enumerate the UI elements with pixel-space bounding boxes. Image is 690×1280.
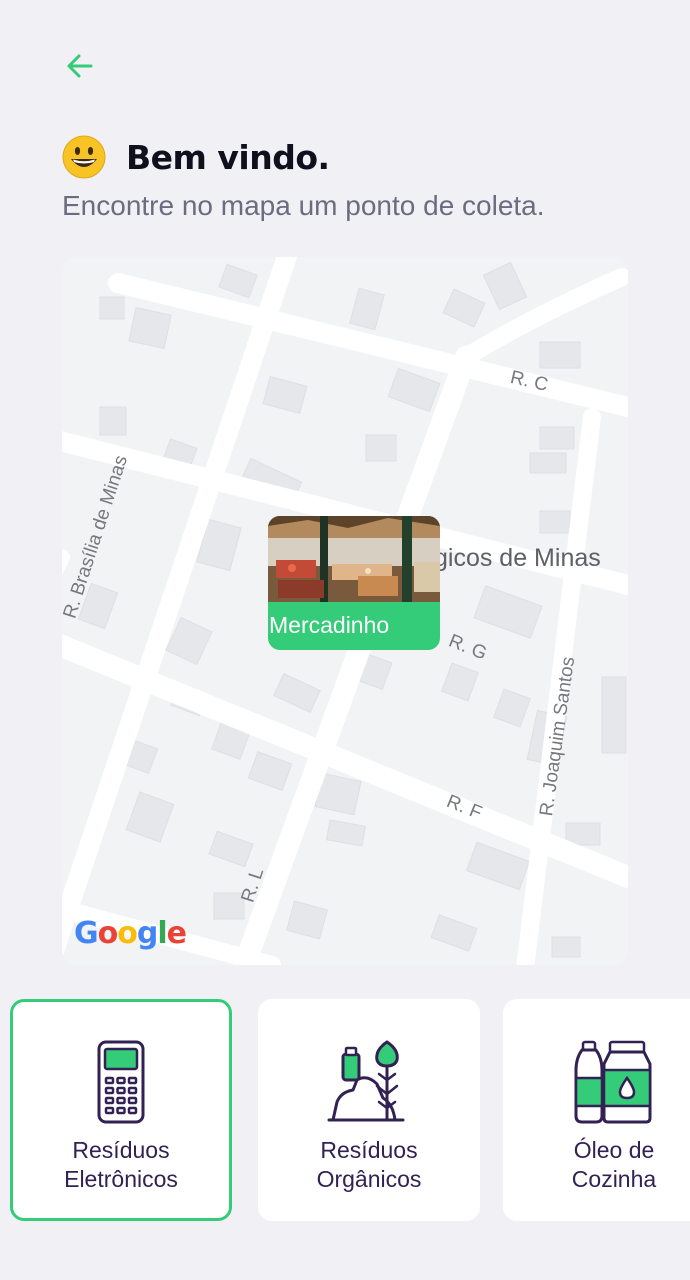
- item-label: Resíduos Orgânicos: [261, 1136, 477, 1194]
- item-label-line: Orgânicos: [316, 1166, 422, 1192]
- map-view[interactable]: R. C R. Brasília de Minas R. G R. F R. L…: [62, 257, 628, 965]
- page-title: Bem vindo.: [126, 137, 330, 177]
- screen: Bem vindo. Encontre no mapa um ponto de …: [0, 0, 690, 1280]
- google-logo-letter: o: [97, 916, 119, 951]
- google-logo-letter: G: [74, 916, 99, 951]
- item-residuos-organicos[interactable]: Resíduos Orgânicos: [258, 999, 480, 1221]
- google-logo-letter: g: [136, 916, 159, 951]
- item-label-line: Resíduos: [320, 1137, 418, 1163]
- item-label-line: Óleo de: [573, 1137, 655, 1163]
- item-label-line: Resíduos: [72, 1137, 170, 1163]
- map-marker[interactable]: Mercadinho: [268, 516, 440, 650]
- organic-waste-icon: [327, 1040, 405, 1122]
- items-scroll[interactable]: Resíduos Eletrônicos Resíduos Orgânicos: [0, 996, 690, 1228]
- poi-label: gicos de Minas: [434, 544, 601, 572]
- google-logo-letter: l: [157, 916, 167, 951]
- back-button[interactable]: [60, 46, 100, 86]
- arrow-left-icon: [67, 54, 93, 78]
- item-label-line: Cozinha: [571, 1166, 657, 1192]
- smiling-face-icon: [62, 135, 106, 179]
- item-label-line: Eletrônicos: [64, 1166, 178, 1192]
- google-logo: Google: [74, 916, 187, 951]
- market-stall-photo: [268, 516, 440, 602]
- item-label: Óleo de Cozinha: [506, 1136, 690, 1194]
- item-label: Resíduos Eletrônicos: [13, 1136, 229, 1194]
- google-logo-letter: o: [117, 916, 138, 951]
- google-logo-letter: e: [166, 916, 187, 951]
- cooking-oil-icon: [574, 1040, 652, 1124]
- electronic-device-icon: [97, 1040, 145, 1124]
- page-subtitle: Encontre no mapa um ponto de coleta.: [62, 190, 545, 221]
- item-oleo-de-cozinha[interactable]: Óleo de Cozinha: [503, 999, 690, 1221]
- item-residuos-eletronicos[interactable]: Resíduos Eletrônicos: [10, 999, 232, 1221]
- title-row: Bem vindo.: [62, 134, 330, 180]
- marker-label: Mercadinho: [269, 612, 390, 638]
